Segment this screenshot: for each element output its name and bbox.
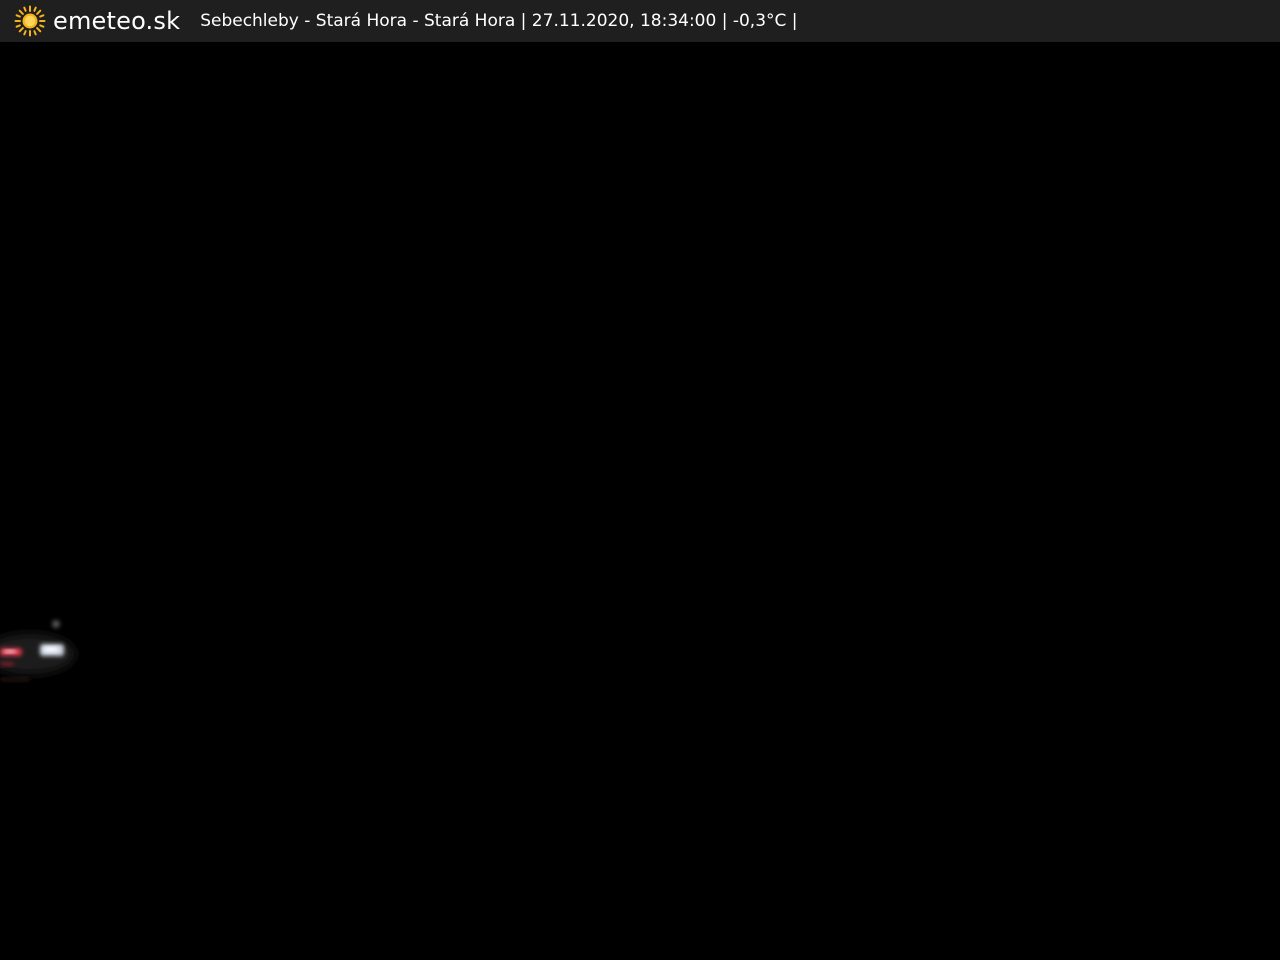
night-scene	[0, 620, 75, 681]
white-light-core	[44, 647, 58, 652]
sun-icon	[14, 5, 46, 37]
red-light-core	[4, 650, 16, 653]
ground-hint	[0, 678, 30, 681]
webcam-frame: emeteo.sk Sebechleby - Stará Hora - Star…	[0, 0, 1280, 960]
caption-bar: emeteo.sk Sebechleby - Stará Hora - Star…	[0, 0, 1280, 42]
brand-name: emeteo.sk	[53, 7, 181, 35]
caption-text: Sebechleby - Stará Hora - Stará Hora | 2…	[200, 11, 798, 31]
grey-spot	[52, 620, 60, 628]
red-light-lower	[0, 662, 14, 666]
brand-logo: emeteo.sk	[14, 0, 180, 42]
camera-image	[0, 42, 1280, 960]
